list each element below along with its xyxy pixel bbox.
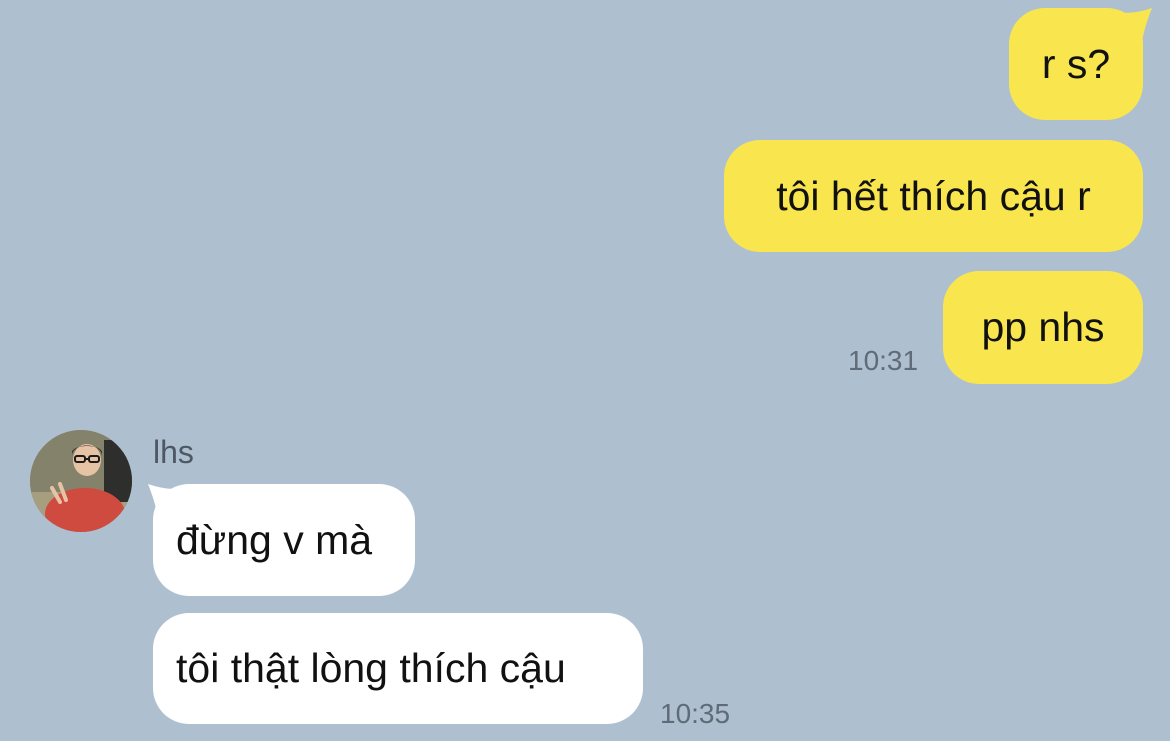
chat-screen: { "messages_sent": [ {"text": "r s?"}, {…	[0, 0, 1170, 741]
outgoing-message[interactable]: tôi hết thích cậu r	[724, 140, 1143, 252]
message-text: tôi thật lòng thích cậu	[176, 645, 566, 691]
message-timestamp: 10:31	[848, 345, 919, 376]
incoming-message[interactable]: đừng v mà	[153, 484, 415, 596]
message-text: pp nhs	[981, 304, 1105, 350]
contact-name: lhs	[153, 434, 194, 470]
message-text: đừng v mà	[176, 516, 373, 563]
outgoing-message[interactable]: r s?	[1009, 8, 1143, 120]
contact-avatar[interactable]	[30, 430, 132, 532]
message-text: tôi hết thích cậu r	[776, 172, 1091, 219]
message-timestamp: 10:35	[660, 698, 731, 729]
profile-photo-icon	[30, 430, 132, 532]
outgoing-message[interactable]: pp nhs	[943, 271, 1143, 384]
message-text: r s?	[1041, 40, 1111, 87]
incoming-message[interactable]: tôi thật lòng thích cậu	[153, 613, 643, 724]
